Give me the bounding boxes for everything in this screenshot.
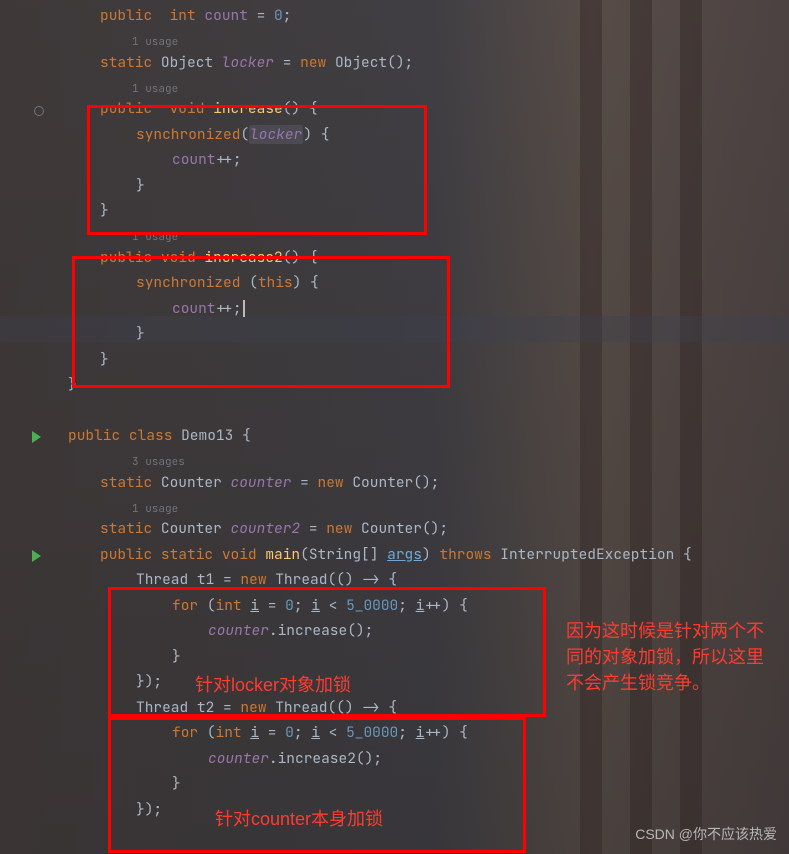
- annotation-side: 因为这时候是针对两个不同的对象加锁，所以这里不会产生锁竞争。: [566, 618, 776, 696]
- code-line: public void increase() {: [28, 99, 789, 125]
- code-line: synchronized(locker) {: [28, 125, 789, 151]
- code-line: });: [28, 800, 789, 826]
- code-line: }: [28, 176, 789, 202]
- code-line: public int count = 0;: [28, 6, 789, 32]
- code-line: public class Demo13 {: [28, 426, 789, 452]
- code-line: Thread t1 = new Thread(() -> {: [28, 570, 789, 596]
- run-gutter-icon[interactable]: [32, 431, 41, 443]
- code-line: }: [28, 375, 789, 401]
- run-gutter-icon[interactable]: [32, 550, 41, 562]
- usage-hint: 1 usage: [28, 32, 789, 53]
- code-line: static Counter counter = new Counter();: [28, 473, 789, 499]
- code-line: public void increase2() {: [28, 248, 789, 274]
- code-line: }: [28, 774, 789, 800]
- code-line: static Counter counter2 = new Counter();: [28, 519, 789, 545]
- annotation-locker: 针对locker对象加锁: [195, 672, 351, 698]
- code-line: synchronized (this) {: [28, 273, 789, 299]
- text-cursor: [243, 300, 245, 317]
- annotation-counter: 针对counter本身加锁: [215, 806, 383, 832]
- code-line: for (int i = 0; i < 5_0000; i++) {: [28, 723, 789, 749]
- code-line: public static void main(String[] args) t…: [28, 545, 789, 571]
- usage-hint: 1 usage: [28, 227, 789, 248]
- code-line: [28, 401, 789, 427]
- code-line: count++;: [28, 150, 789, 176]
- code-line: }: [28, 350, 789, 376]
- code-editor[interactable]: public int count = 0; 1 usage static Obj…: [0, 0, 789, 854]
- override-gutter-icon[interactable]: [34, 106, 44, 116]
- code-line: Thread t2 = new Thread(() -> {: [28, 698, 789, 724]
- code-line: }: [28, 201, 789, 227]
- code-line: counter.increase2();: [28, 749, 789, 775]
- code-line: static Object locker = new Object();: [28, 53, 789, 79]
- usage-hint: 1 usage: [28, 78, 789, 99]
- code-line: count++;: [28, 299, 789, 325]
- usage-hint: 1 usage: [28, 498, 789, 519]
- code-line: }: [28, 324, 789, 350]
- watermark: CSDN @你不应该热爱: [635, 824, 777, 844]
- usage-hint: 3 usages: [28, 452, 789, 473]
